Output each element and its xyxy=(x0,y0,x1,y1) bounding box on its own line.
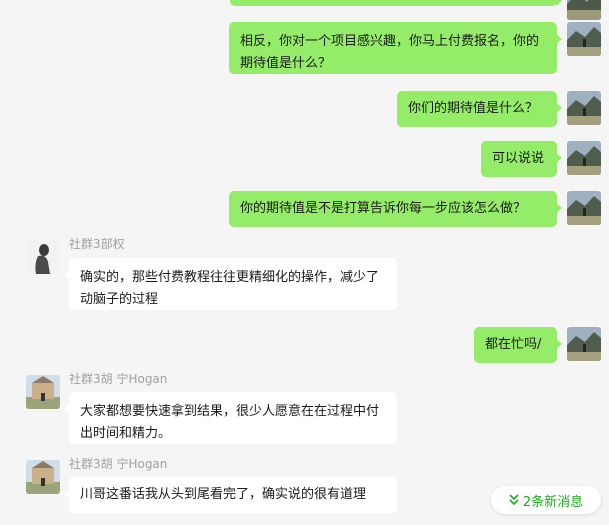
avatar[interactable] xyxy=(26,240,60,274)
new-messages-label: 2条新消息 xyxy=(522,494,584,510)
double-chevron-down-icon xyxy=(509,494,519,506)
message-bubble-mine[interactable]: 都在忙吗/ xyxy=(474,327,562,363)
sender-name: 社群3部权 xyxy=(69,237,125,251)
avatar[interactable] xyxy=(567,91,601,125)
message-bubble-other[interactable]: 大家都想要快速拿到结果，很少人愿意在在过程中付出时间和精力。 xyxy=(64,392,397,444)
sender-name: 社群3胡 宁Hogan xyxy=(69,457,168,471)
message-bubble-mine[interactable]: 可以说说 xyxy=(481,141,562,177)
avatar[interactable] xyxy=(567,22,601,56)
avatar[interactable] xyxy=(567,327,601,361)
avatar[interactable] xyxy=(567,141,601,175)
message-bubble-partial[interactable] xyxy=(230,0,562,6)
avatar[interactable] xyxy=(567,191,601,225)
message-bubble-other[interactable]: 川哥这番话我从头到尾看完了，确实说的很有道理 xyxy=(64,477,397,513)
chat-message-list[interactable]: 相反，你对一个项目感兴趣，你马上付费报名，你的期待值是什么？ 你们的期待值是什么… xyxy=(0,0,609,525)
message-bubble-mine[interactable]: 相反，你对一个项目感兴趣，你马上付费报名，你的期待值是什么？ xyxy=(229,22,562,74)
message-bubble-mine[interactable]: 你的期待值是不是打算告诉你每一步应该怎么做？ xyxy=(229,191,562,227)
message-bubble-mine[interactable]: 你们的期待值是什么？ xyxy=(397,91,562,127)
new-messages-button[interactable]: 2条新消息 xyxy=(491,486,601,514)
message-bubble-other[interactable]: 确实的，那些付费教程往往更精细化的操作，减少了动脑子的过程 xyxy=(64,258,397,310)
sender-name: 社群3胡 宁Hogan xyxy=(69,372,168,386)
avatar[interactable] xyxy=(26,375,60,409)
avatar[interactable] xyxy=(567,0,601,20)
avatar[interactable] xyxy=(26,460,60,494)
